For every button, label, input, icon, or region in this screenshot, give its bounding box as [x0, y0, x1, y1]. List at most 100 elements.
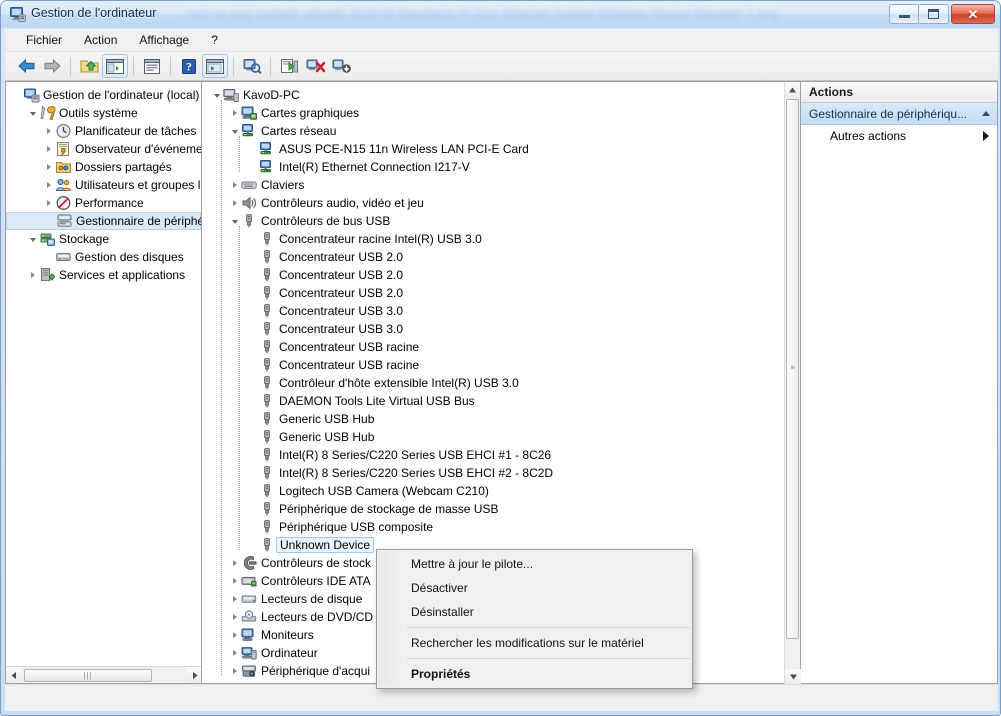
- context-menu[interactable]: Mettre à jour le pilote... Désactiver Dé…: [376, 549, 693, 689]
- device-tree-item[interactable]: Concentrateur USB 3.0: [202, 320, 784, 338]
- tree-expander-open[interactable]: [26, 230, 39, 248]
- device-tree-item[interactable]: Generic USB Hub: [202, 410, 784, 428]
- tree-expander-open[interactable]: [26, 104, 39, 122]
- tree-expander-closed[interactable]: [228, 176, 241, 194]
- device-tree-item[interactable]: Concentrateur USB 2.0: [202, 248, 784, 266]
- actions-panel: Actions Gestionnaire de périphériqu... A…: [801, 81, 998, 684]
- storage-ctrl-icon: [241, 555, 257, 571]
- menu-fichier[interactable]: Fichier: [15, 30, 73, 50]
- show-hide-console-tree-icon[interactable]: [102, 54, 128, 78]
- console-tree-item[interactable]: Performance: [6, 194, 201, 212]
- device-tree-item[interactable]: Concentrateur USB 2.0: [202, 284, 784, 302]
- device-tree-item[interactable]: Concentrateur USB 3.0: [202, 302, 784, 320]
- console-tree-item[interactable]: Planificateur de tâches: [6, 122, 201, 140]
- properties-icon[interactable]: [139, 54, 165, 78]
- tree-expander-closed[interactable]: [42, 176, 55, 194]
- uninstall-device-icon[interactable]: [328, 54, 354, 78]
- console-tree-item[interactable]: Gestion de l'ordinateur (local): [6, 86, 201, 104]
- context-menu-item-properties[interactable]: Propriétés: [377, 662, 692, 686]
- up-folder-icon[interactable]: [76, 54, 102, 78]
- console-tree-item[interactable]: Observateur d'événeme: [6, 140, 201, 158]
- context-menu-item-scan-hardware[interactable]: Rechercher les modifications sur le maté…: [377, 631, 692, 655]
- context-menu-item-update-driver[interactable]: Mettre à jour le pilote...: [377, 552, 692, 576]
- tree-expander-closed[interactable]: [42, 140, 55, 158]
- device-tree-item[interactable]: Concentrateur USB 2.0: [202, 266, 784, 284]
- tree-expander-closed[interactable]: [42, 158, 55, 176]
- hscroll-left-arrow[interactable]: [6, 667, 22, 683]
- minimize-button[interactable]: [889, 4, 920, 24]
- forward-icon[interactable]: [39, 54, 65, 78]
- device-tree-vscrollbar[interactable]: ≡: [784, 82, 801, 685]
- device-tree-item[interactable]: Intel(R) 8 Series/C220 Series USB EHCI #…: [202, 464, 784, 482]
- device-tree-item[interactable]: Concentrateur USB racine: [202, 356, 784, 374]
- console-tree-item[interactable]: Dossiers partagés: [6, 158, 201, 176]
- console-tree-hscrollbar[interactable]: |||: [6, 666, 202, 683]
- device-tree-item[interactable]: Intel(R) Ethernet Connection I217-V: [202, 158, 784, 176]
- device-tree-item[interactable]: Contrôleur d'hôte extensible Intel(R) US…: [202, 374, 784, 392]
- device-tree-item[interactable]: DAEMON Tools Lite Virtual USB Bus: [202, 392, 784, 410]
- console-tree[interactable]: Gestion de l'ordinateur (local) Outils sy…: [6, 82, 201, 666]
- help-icon[interactable]: ?: [176, 54, 202, 78]
- tree-expander-closed[interactable]: [228, 572, 241, 590]
- update-driver-icon[interactable]: [276, 54, 302, 78]
- device-tree-item-label: Generic USB Hub: [279, 412, 375, 426]
- tree-expander-closed[interactable]: [42, 122, 55, 140]
- console-tree-item[interactable]: Outils système: [6, 104, 201, 122]
- menu-help[interactable]: ?: [200, 30, 229, 50]
- vscroll-down-arrow[interactable]: [785, 669, 801, 685]
- device-tree-item-label: Périphérique d'acqui: [261, 664, 371, 678]
- console-tree-item[interactable]: Services et applications: [6, 266, 201, 284]
- tree-expander-closed[interactable]: [42, 194, 55, 212]
- vscroll-up-arrow[interactable]: [785, 82, 800, 98]
- maximize-button[interactable]: [918, 4, 949, 24]
- device-tree-item[interactable]: Contrôleurs audio, vidéo et jeu: [202, 194, 784, 212]
- device-tree-item[interactable]: Périphérique de stockage de masse USB: [202, 500, 784, 518]
- tree-expander-closed[interactable]: [228, 104, 241, 122]
- device-tree-item[interactable]: Intel(R) 8 Series/C220 Series USB EHCI #…: [202, 446, 784, 464]
- vscroll-thumb[interactable]: ≡: [786, 99, 799, 639]
- console-tree-item[interactable]: Gestion des disques: [6, 248, 201, 266]
- tree-expander-closed[interactable]: [228, 662, 241, 680]
- device-tree-item[interactable]: Périphérique USB composite: [202, 518, 784, 536]
- device-tree-item[interactable]: Claviers: [202, 176, 784, 194]
- console-tree-item[interactable]: Gestionnaire de périphé: [6, 212, 201, 230]
- context-menu-item-disable[interactable]: Désactiver: [377, 576, 692, 600]
- context-menu-item-uninstall[interactable]: Désinstaller: [377, 600, 692, 624]
- chevron-up-icon[interactable]: [982, 111, 990, 116]
- console-tree-item-label: Utilisateurs et groupes l: [75, 178, 201, 192]
- device-tree-item[interactable]: Cartes réseau: [202, 122, 784, 140]
- show-action-pane-icon[interactable]: [202, 54, 228, 78]
- tree-expander-closed[interactable]: [228, 590, 241, 608]
- triangle-down-icon: [29, 112, 36, 116]
- tree-expander-closed[interactable]: [26, 266, 39, 284]
- console-tree-item[interactable]: Utilisateurs et groupes l: [6, 176, 201, 194]
- tree-expander-none: [246, 392, 259, 410]
- actions-panel-header[interactable]: Gestionnaire de périphériqu...: [801, 103, 997, 125]
- console-tree-item[interactable]: Stockage: [6, 230, 201, 248]
- hscroll-right-arrow[interactable]: [186, 667, 202, 683]
- device-tree-item[interactable]: ASUS PCE-N15 11n Wireless LAN PCI-E Card: [202, 140, 784, 158]
- hscroll-thumb[interactable]: |||: [24, 668, 152, 682]
- menu-affichage[interactable]: Affichage: [128, 30, 200, 50]
- menu-action[interactable]: Action: [73, 30, 128, 50]
- tree-expander-closed[interactable]: [228, 644, 241, 662]
- scan-hardware-icon[interactable]: [239, 54, 265, 78]
- disable-device-icon[interactable]: [302, 54, 328, 78]
- device-tree-item[interactable]: Concentrateur racine Intel(R) USB 3.0: [202, 230, 784, 248]
- close-button[interactable]: ✕: [951, 4, 995, 24]
- action-item-label: Autres actions: [830, 129, 907, 143]
- device-tree-item[interactable]: Contrôleurs de bus USB: [202, 212, 784, 230]
- device-tree-item[interactable]: KavoD-PC: [202, 86, 784, 104]
- console-tree-item-label: Gestionnaire de périphé: [76, 214, 201, 228]
- tree-expander-closed[interactable]: [228, 608, 241, 626]
- device-tree-item[interactable]: Concentrateur USB racine: [202, 338, 784, 356]
- action-item-autres-actions[interactable]: Autres actions: [801, 125, 997, 147]
- device-tree-item[interactable]: Generic USB Hub: [202, 428, 784, 446]
- device-tree-item[interactable]: Cartes graphiques: [202, 104, 784, 122]
- back-icon[interactable]: [13, 54, 39, 78]
- tree-expander-closed[interactable]: [228, 554, 241, 572]
- tree-expander-closed[interactable]: [228, 194, 241, 212]
- device-tree-item[interactable]: Logitech USB Camera (Webcam C210): [202, 482, 784, 500]
- device-tree-item-label: Logitech USB Camera (Webcam C210): [279, 484, 489, 498]
- tree-expander-closed[interactable]: [228, 626, 241, 644]
